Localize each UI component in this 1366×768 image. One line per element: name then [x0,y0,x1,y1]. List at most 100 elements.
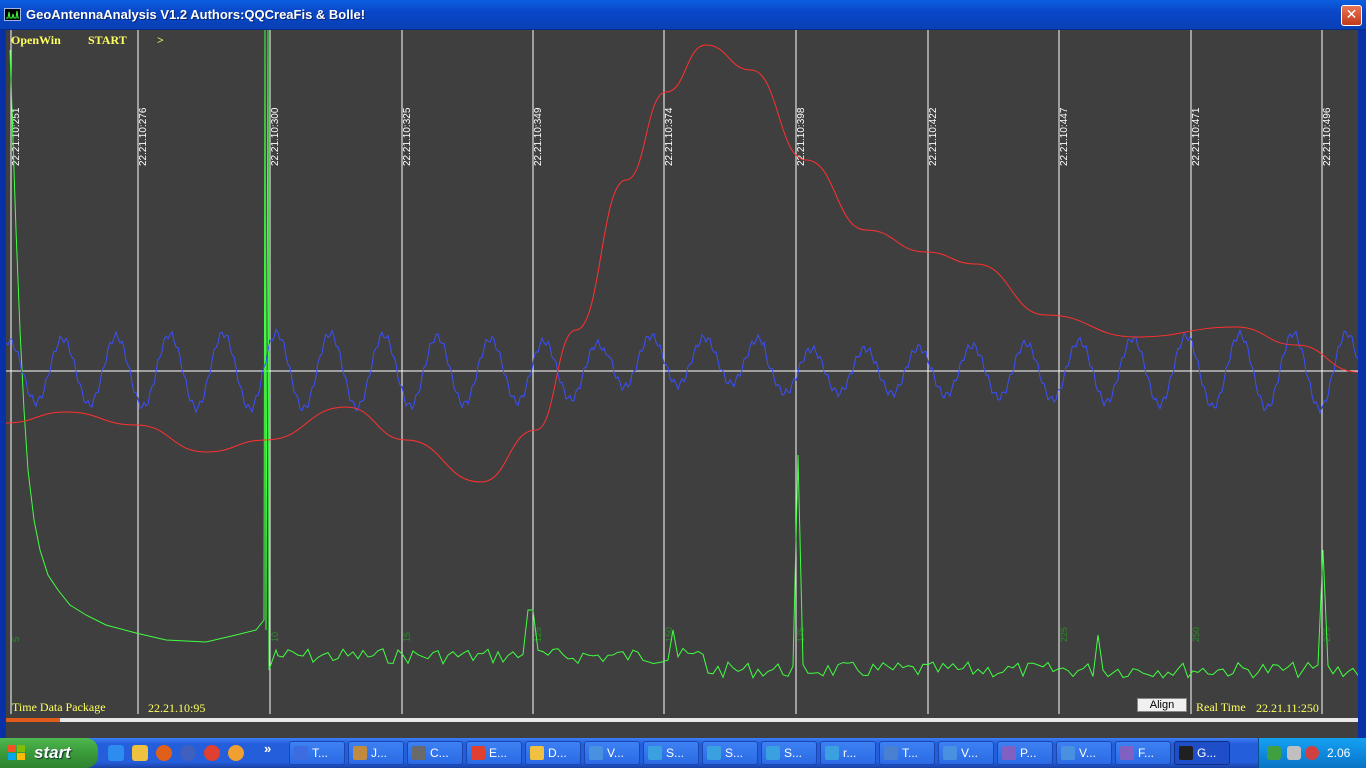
task-app-icon [884,746,898,760]
signal-plot[interactable]: 22.21.10:251 22.21.10:276 22.21.10:300 22.2… [6,30,1358,744]
taskbar-button[interactable]: V... [584,741,640,765]
task-app-icon [1002,746,1016,760]
task-label: S... [725,746,744,760]
task-label: E... [489,746,508,760]
task-label: T... [312,746,329,760]
taskbar-button[interactable]: V... [938,741,994,765]
taskbar-button[interactable]: E... [466,741,522,765]
task-app-icon [648,746,662,760]
taskbar-button[interactable]: V... [1056,741,1112,765]
bottom-tick-label: 175 [796,627,806,642]
timestamp-label: 22.21.10:349 [533,107,544,166]
task-label: C... [430,746,449,760]
window-frame: 22.21.10:251 22.21.10:276 22.21.10:300 22.2… [0,30,1366,744]
taskbar-button[interactable]: S... [761,741,817,765]
clock: 2.06 [1327,746,1351,760]
taskbar-button[interactable]: S... [702,741,758,765]
time-scrollbar[interactable] [6,718,1358,722]
bottom-tick-label: 225 [1059,627,1069,642]
time-data-package-value: 22.21.10:95 [148,701,206,715]
timestamp-label: 22.21.10:496 [1322,107,1333,166]
timestamp-label: 22.21.10:374 [664,107,675,166]
internet-explorer-icon[interactable] [108,745,124,761]
taskbar-button[interactable]: F... [1115,741,1171,765]
taskbar-button[interactable]: C... [407,741,463,765]
task-app-icon [1179,746,1193,760]
timestamp-label: 22.21.10:447 [1059,107,1070,166]
chrome-icon[interactable] [204,745,220,761]
folder-icon[interactable] [132,745,148,761]
quick-launch-chevron[interactable]: » [264,741,271,756]
taskbar-button[interactable]: G... [1174,741,1230,765]
openwin-button[interactable]: OpenWin [11,33,61,48]
task-app-icon [353,746,367,760]
task-label: V... [961,746,978,760]
task-label: V... [607,746,624,760]
task-label: G... [1197,746,1217,760]
green-series-line [9,30,1358,679]
bottom-tick-label: 15 [402,632,412,642]
taskbar: start » T... J... C... E... D... V... S... S...… [0,738,1366,768]
task-app-icon [412,746,426,760]
task-app-icon [825,746,839,760]
windows-flag-icon [8,745,25,760]
task-label: r... [843,746,857,760]
taskbar-button[interactable]: r... [820,741,876,765]
task-label: S... [784,746,803,760]
close-button[interactable]: ✕ [1341,5,1362,26]
timestamp-label: 22.21.10:422 [928,107,939,166]
network-icon[interactable] [1267,746,1281,760]
system-tray: 2.06 [1258,738,1366,768]
taskbar-button[interactable]: D... [525,741,581,765]
window-title: GeoAntennaAnalysis V1.2 Authors:QQCreaFi… [26,7,366,22]
taskbar-button[interactable]: T... [289,741,345,765]
time-data-package-label: Time Data Package [12,700,106,714]
bottom-tick-label: 10 [270,632,280,642]
task-label: P... [1020,746,1037,760]
title-bar[interactable]: GeoAntennaAnalysis V1.2 Authors:QQCreaFi… [0,0,1366,30]
task-label: D... [548,746,567,760]
align-button[interactable]: Align [1137,698,1187,712]
taskbar-button[interactable]: T... [879,741,935,765]
taskbar-button[interactable]: P... [997,741,1053,765]
volume-icon[interactable] [1287,746,1301,760]
task-label: T... [902,746,919,760]
bottom-tick-label: 250 [1191,627,1201,642]
plot-area[interactable]: 22.21.10:251 22.21.10:276 22.21.10:300 22.2… [6,30,1358,744]
bottom-tick-label: 125 [533,627,543,642]
task-label: S... [666,746,685,760]
task-app-icon [707,746,721,760]
taskbar-button[interactable]: J... [348,741,404,765]
taskbar-button[interactable]: S... [643,741,699,765]
waveform-app-icon [4,8,21,21]
task-label: J... [371,746,388,760]
task-label: V... [1079,746,1096,760]
media-player-icon[interactable] [180,745,196,761]
app-window: GeoAntennaAnalysis V1.2 Authors:QQCreaFi… [0,0,1366,744]
task-app-icon [530,746,544,760]
timestamp-label: 22.21.10:300 [270,107,281,166]
timestamp-label: 22.21.10:325 [402,107,413,166]
task-app-icon [1120,746,1134,760]
red-series-line [6,44,1358,483]
timestamp-labels: 22.21.10:251 22.21.10:276 22.21.10:300 22.2… [11,107,1333,166]
scrollbar-thumb[interactable] [6,718,61,722]
timestamp-label: 22.21.10:471 [1191,107,1202,166]
timestamp-label: 22.21.10:276 [138,107,149,166]
task-app-icon [471,746,485,760]
real-time-label: Real Time [1196,700,1246,714]
task-app-icon [943,746,957,760]
firefox-icon[interactable] [156,745,172,761]
next-button[interactable]: > [157,33,164,48]
start-label: start [34,743,71,762]
start-menu-button[interactable]: start [0,738,98,768]
task-app-icon [589,746,603,760]
start-button[interactable]: START [88,33,127,48]
browser-icon[interactable] [228,745,244,761]
task-app-icon [294,746,308,760]
task-app-icon [1061,746,1075,760]
task-app-icon [766,746,780,760]
task-label: F... [1138,746,1155,760]
security-icon[interactable] [1305,746,1319,760]
real-time-value: 22.21.11:250 [1256,701,1319,715]
